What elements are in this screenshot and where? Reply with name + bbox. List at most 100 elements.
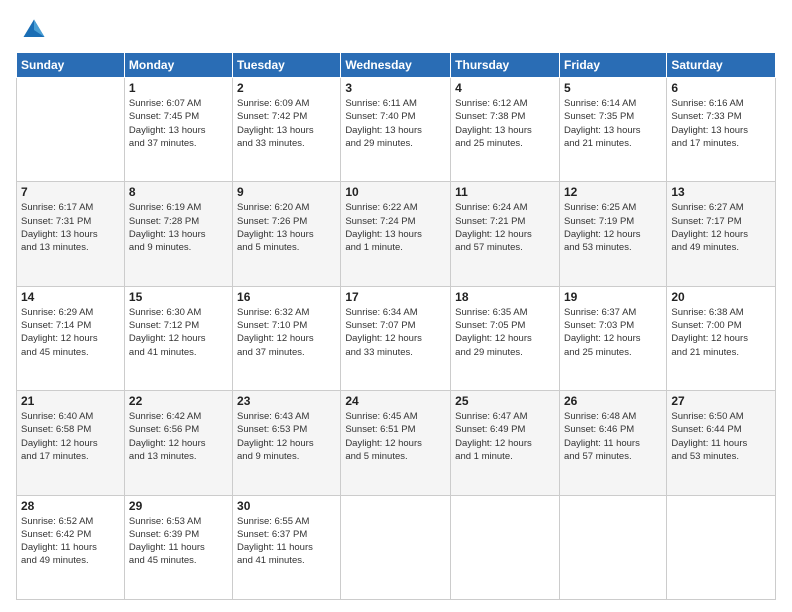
day-number: 9 bbox=[237, 185, 336, 199]
calendar-cell: 11 Sunrise: 6:24 AM Sunset: 7:21 PM Dayli… bbox=[451, 182, 560, 286]
day-info: Sunrise: 6:37 AM Sunset: 7:03 PM Dayligh… bbox=[564, 306, 662, 359]
day-number: 23 bbox=[237, 394, 336, 408]
calendar-cell: 19 Sunrise: 6:37 AM Sunset: 7:03 PM Dayli… bbox=[559, 286, 666, 390]
day-number: 11 bbox=[455, 185, 555, 199]
day-number: 4 bbox=[455, 81, 555, 95]
day-number: 26 bbox=[564, 394, 662, 408]
day-number: 20 bbox=[671, 290, 771, 304]
day-info: Sunrise: 6:55 AM Sunset: 6:37 PM Dayligh… bbox=[237, 515, 336, 568]
calendar-cell bbox=[667, 495, 776, 599]
logo bbox=[16, 16, 48, 44]
day-number: 27 bbox=[671, 394, 771, 408]
day-info: Sunrise: 6:35 AM Sunset: 7:05 PM Dayligh… bbox=[455, 306, 555, 359]
calendar-cell: 10 Sunrise: 6:22 AM Sunset: 7:24 PM Dayli… bbox=[341, 182, 451, 286]
weekday-header-saturday: Saturday bbox=[667, 53, 776, 78]
weekday-header-thursday: Thursday bbox=[451, 53, 560, 78]
calendar-cell: 24 Sunrise: 6:45 AM Sunset: 6:51 PM Dayli… bbox=[341, 391, 451, 495]
day-info: Sunrise: 6:17 AM Sunset: 7:31 PM Dayligh… bbox=[21, 201, 120, 254]
day-number: 7 bbox=[21, 185, 120, 199]
day-number: 22 bbox=[129, 394, 228, 408]
day-info: Sunrise: 6:52 AM Sunset: 6:42 PM Dayligh… bbox=[21, 515, 120, 568]
day-info: Sunrise: 6:09 AM Sunset: 7:42 PM Dayligh… bbox=[237, 97, 336, 150]
calendar-cell: 6Sunrise: 6:16 AM Sunset: 7:33 PM Daylig… bbox=[667, 78, 776, 182]
calendar-cell: 15 Sunrise: 6:30 AM Sunset: 7:12 PM Dayli… bbox=[124, 286, 232, 390]
day-info: Sunrise: 6:19 AM Sunset: 7:28 PM Dayligh… bbox=[129, 201, 228, 254]
calendar-cell: 14 Sunrise: 6:29 AM Sunset: 7:14 PM Dayli… bbox=[17, 286, 125, 390]
day-info: Sunrise: 6:29 AM Sunset: 7:14 PM Dayligh… bbox=[21, 306, 120, 359]
week-row-5: 28 Sunrise: 6:52 AM Sunset: 6:42 PM Dayli… bbox=[17, 495, 776, 599]
day-number: 28 bbox=[21, 499, 120, 513]
calendar-table: SundayMondayTuesdayWednesdayThursdayFrid… bbox=[16, 52, 776, 600]
day-info: Sunrise: 6:38 AM Sunset: 7:00 PM Dayligh… bbox=[671, 306, 771, 359]
day-info: Sunrise: 6:43 AM Sunset: 6:53 PM Dayligh… bbox=[237, 410, 336, 463]
weekday-header-sunday: Sunday bbox=[17, 53, 125, 78]
day-info: Sunrise: 6:30 AM Sunset: 7:12 PM Dayligh… bbox=[129, 306, 228, 359]
day-number: 3 bbox=[345, 81, 446, 95]
day-number: 14 bbox=[21, 290, 120, 304]
logo-icon bbox=[20, 16, 48, 44]
day-info: Sunrise: 6:42 AM Sunset: 6:56 PM Dayligh… bbox=[129, 410, 228, 463]
calendar-cell bbox=[559, 495, 666, 599]
calendar-cell: 18Sunrise: 6:35 AM Sunset: 7:05 PM Dayli… bbox=[451, 286, 560, 390]
day-number: 17 bbox=[345, 290, 446, 304]
day-number: 19 bbox=[564, 290, 662, 304]
day-info: Sunrise: 6:50 AM Sunset: 6:44 PM Dayligh… bbox=[671, 410, 771, 463]
calendar-cell: 8 Sunrise: 6:19 AM Sunset: 7:28 PM Daylig… bbox=[124, 182, 232, 286]
calendar-cell: 7 Sunrise: 6:17 AM Sunset: 7:31 PM Daylig… bbox=[17, 182, 125, 286]
day-info: Sunrise: 6:25 AM Sunset: 7:19 PM Dayligh… bbox=[564, 201, 662, 254]
weekday-header-row: SundayMondayTuesdayWednesdayThursdayFrid… bbox=[17, 53, 776, 78]
day-info: Sunrise: 6:24 AM Sunset: 7:21 PM Dayligh… bbox=[455, 201, 555, 254]
day-number: 15 bbox=[129, 290, 228, 304]
week-row-3: 14 Sunrise: 6:29 AM Sunset: 7:14 PM Dayli… bbox=[17, 286, 776, 390]
calendar-cell: 13 Sunrise: 6:27 AM Sunset: 7:17 PM Dayli… bbox=[667, 182, 776, 286]
day-info: Sunrise: 6:45 AM Sunset: 6:51 PM Dayligh… bbox=[345, 410, 446, 463]
calendar-cell: 3 Sunrise: 6:11 AM Sunset: 7:40 PM Daylig… bbox=[341, 78, 451, 182]
day-info: Sunrise: 6:12 AM Sunset: 7:38 PM Dayligh… bbox=[455, 97, 555, 150]
calendar-cell: 5 Sunrise: 6:14 AM Sunset: 7:35 PM Daylig… bbox=[559, 78, 666, 182]
day-info: Sunrise: 6:34 AM Sunset: 7:07 PM Dayligh… bbox=[345, 306, 446, 359]
calendar-cell bbox=[341, 495, 451, 599]
day-info: Sunrise: 6:14 AM Sunset: 7:35 PM Dayligh… bbox=[564, 97, 662, 150]
day-number: 12 bbox=[564, 185, 662, 199]
calendar-page: SundayMondayTuesdayWednesdayThursdayFrid… bbox=[0, 0, 792, 612]
day-info: Sunrise: 6:32 AM Sunset: 7:10 PM Dayligh… bbox=[237, 306, 336, 359]
day-info: Sunrise: 6:47 AM Sunset: 6:49 PM Dayligh… bbox=[455, 410, 555, 463]
day-info: Sunrise: 6:07 AM Sunset: 7:45 PM Dayligh… bbox=[129, 97, 228, 150]
day-number: 25 bbox=[455, 394, 555, 408]
day-info: Sunrise: 6:11 AM Sunset: 7:40 PM Dayligh… bbox=[345, 97, 446, 150]
day-number: 16 bbox=[237, 290, 336, 304]
weekday-header-tuesday: Tuesday bbox=[233, 53, 341, 78]
weekday-header-friday: Friday bbox=[559, 53, 666, 78]
day-number: 29 bbox=[129, 499, 228, 513]
day-number: 24 bbox=[345, 394, 446, 408]
day-info: Sunrise: 6:20 AM Sunset: 7:26 PM Dayligh… bbox=[237, 201, 336, 254]
calendar-cell: 25 Sunrise: 6:47 AM Sunset: 6:49 PM Dayli… bbox=[451, 391, 560, 495]
calendar-cell: 4 Sunrise: 6:12 AM Sunset: 7:38 PM Daylig… bbox=[451, 78, 560, 182]
day-number: 13 bbox=[671, 185, 771, 199]
calendar-cell: 26Sunrise: 6:48 AM Sunset: 6:46 PM Dayli… bbox=[559, 391, 666, 495]
week-row-2: 7 Sunrise: 6:17 AM Sunset: 7:31 PM Daylig… bbox=[17, 182, 776, 286]
calendar-cell: 21Sunrise: 6:40 AM Sunset: 6:58 PM Dayli… bbox=[17, 391, 125, 495]
calendar-cell: 2Sunrise: 6:09 AM Sunset: 7:42 PM Daylig… bbox=[233, 78, 341, 182]
day-number: 6 bbox=[671, 81, 771, 95]
calendar-cell: 22 Sunrise: 6:42 AM Sunset: 6:56 PM Dayli… bbox=[124, 391, 232, 495]
calendar-cell: 17 Sunrise: 6:34 AM Sunset: 7:07 PM Dayli… bbox=[341, 286, 451, 390]
day-number: 5 bbox=[564, 81, 662, 95]
calendar-cell: 9 Sunrise: 6:20 AM Sunset: 7:26 PM Daylig… bbox=[233, 182, 341, 286]
week-row-4: 21Sunrise: 6:40 AM Sunset: 6:58 PM Dayli… bbox=[17, 391, 776, 495]
day-info: Sunrise: 6:53 AM Sunset: 6:39 PM Dayligh… bbox=[129, 515, 228, 568]
day-number: 8 bbox=[129, 185, 228, 199]
calendar-cell: 29 Sunrise: 6:53 AM Sunset: 6:39 PM Dayli… bbox=[124, 495, 232, 599]
calendar-cell: 27 Sunrise: 6:50 AM Sunset: 6:44 PM Dayli… bbox=[667, 391, 776, 495]
week-row-1: 1Sunrise: 6:07 AM Sunset: 7:45 PM Daylig… bbox=[17, 78, 776, 182]
calendar-cell: 16 Sunrise: 6:32 AM Sunset: 7:10 PM Dayli… bbox=[233, 286, 341, 390]
day-info: Sunrise: 6:22 AM Sunset: 7:24 PM Dayligh… bbox=[345, 201, 446, 254]
header bbox=[16, 12, 776, 44]
weekday-header-wednesday: Wednesday bbox=[341, 53, 451, 78]
calendar-cell: 12 Sunrise: 6:25 AM Sunset: 7:19 PM Dayli… bbox=[559, 182, 666, 286]
calendar-cell bbox=[17, 78, 125, 182]
weekday-header-monday: Monday bbox=[124, 53, 232, 78]
day-number: 10 bbox=[345, 185, 446, 199]
day-info: Sunrise: 6:27 AM Sunset: 7:17 PM Dayligh… bbox=[671, 201, 771, 254]
calendar-cell bbox=[451, 495, 560, 599]
